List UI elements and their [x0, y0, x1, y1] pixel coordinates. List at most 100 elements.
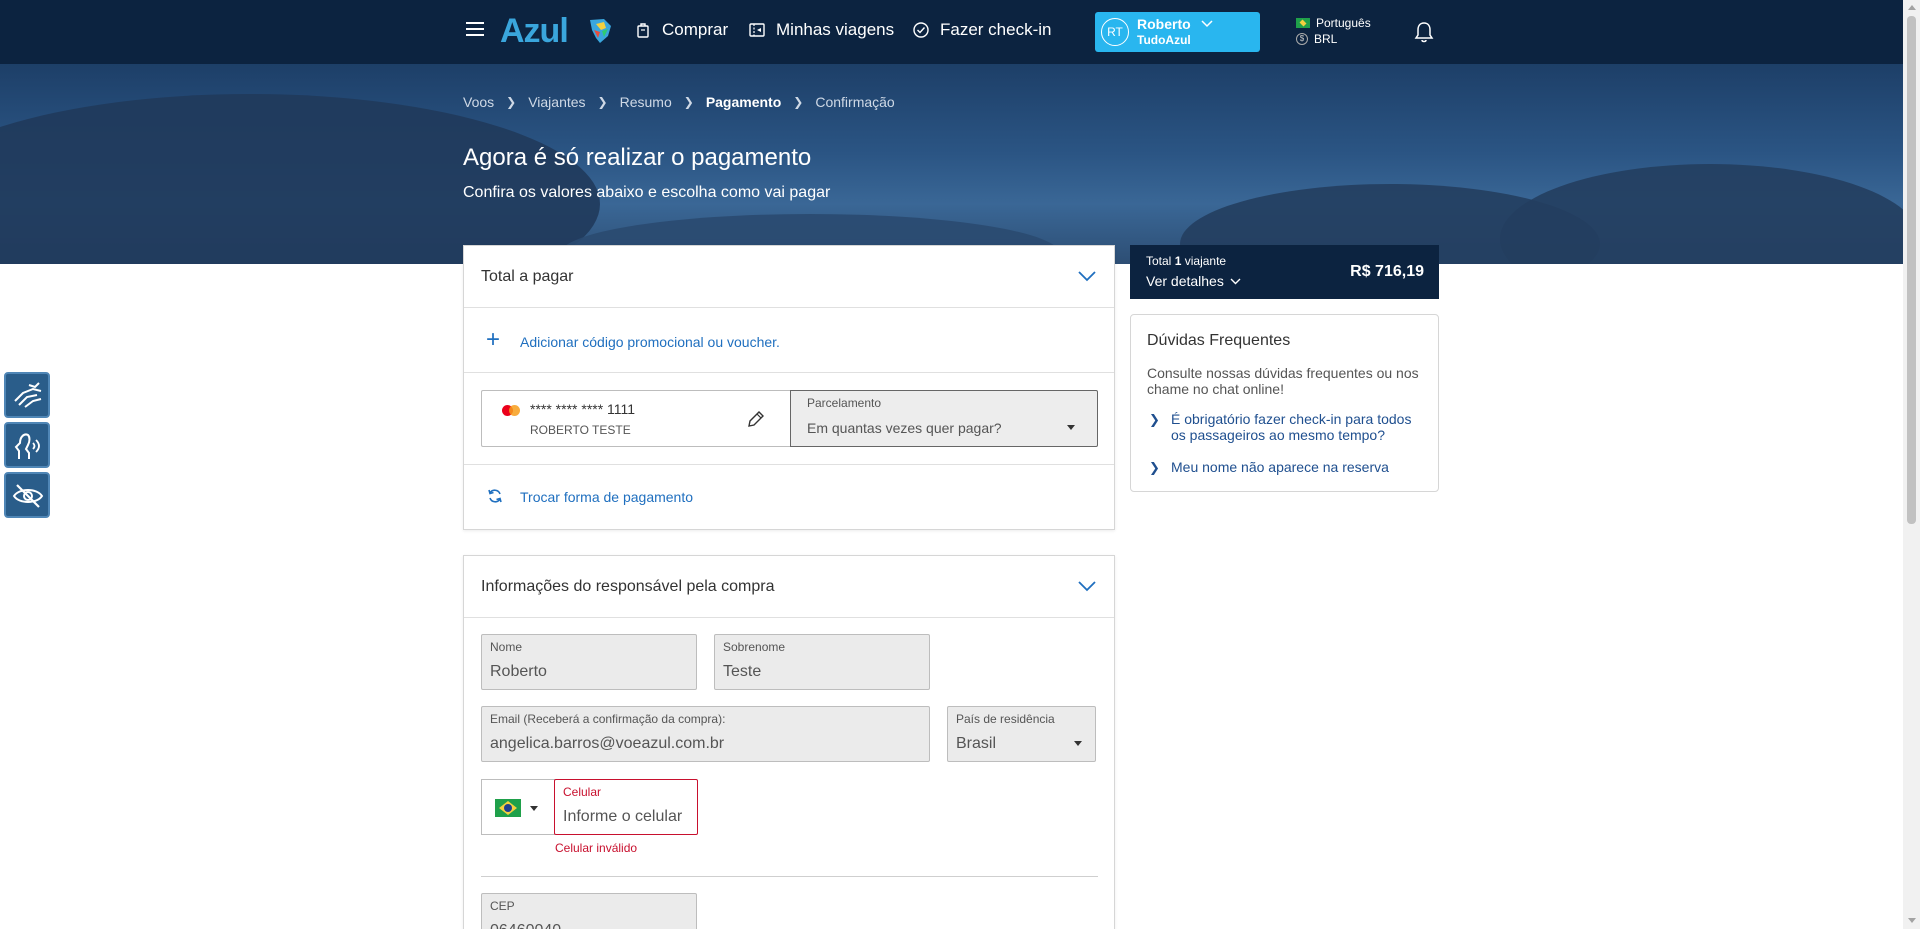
scroll-down-icon[interactable] — [1908, 918, 1916, 923]
card-holder: ROBERTO TESTE — [530, 423, 631, 437]
total-amount: R$ 716,19 — [1350, 263, 1424, 280]
phone-field[interactable]: Celular Informe o celular — [554, 779, 698, 835]
buyer-info-title: Informações do responsável pela compra — [481, 578, 775, 595]
chevron-down-icon — [1078, 581, 1096, 592]
email-value: angelica.barros@voeazul.com.br — [490, 735, 725, 752]
last-name-label: Sobrenome — [723, 640, 786, 654]
cep-field[interactable]: CEP 06460040 — [481, 893, 697, 929]
faq-description: Consulte nossas dúvidas frequentes ou no… — [1147, 365, 1419, 397]
bag-icon — [637, 23, 649, 38]
chevron-right-icon: ❯ — [683, 95, 694, 109]
caret-down-icon — [1067, 425, 1075, 430]
scroll-up-icon[interactable] — [1908, 5, 1916, 10]
chevron-down-icon — [1078, 271, 1096, 282]
page-scrollbar[interactable] — [1903, 0, 1920, 929]
brazil-flag-icon — [1296, 18, 1310, 28]
travelers-total: Total 1 viajante — [1146, 254, 1227, 268]
check-circle-icon — [913, 22, 929, 38]
breadcrumb-resumo[interactable]: Resumo — [620, 94, 672, 110]
first-name-value: Roberto — [490, 663, 547, 680]
breadcrumb: Voos ❯ Viajantes ❯ Resumo ❯ Pagamento ❯ … — [463, 94, 895, 110]
card-number: **** **** **** 1111 — [530, 401, 636, 417]
installments-select[interactable]: Parcelamento Em quantas vezes quer pagar… — [790, 390, 1098, 447]
buyer-info-card: Informações do responsável pela compra N… — [463, 555, 1115, 929]
chevron-right-icon: ❯ — [597, 95, 608, 109]
divider — [481, 876, 1098, 877]
eye-slash-icon — [12, 484, 44, 508]
phone-label: Celular — [563, 785, 602, 799]
cep-label: CEP — [490, 899, 515, 913]
nav-minhas-viagens[interactable]: Minhas viagens — [748, 20, 894, 40]
nav-minhas-viagens-label: Minhas viagens — [776, 20, 895, 39]
email-field[interactable]: Email (Receberá a confirmação da compra)… — [481, 706, 930, 762]
view-details-label: Ver detalhes — [1146, 273, 1224, 289]
buyer-info-header[interactable]: Informações do responsável pela compra — [464, 556, 1114, 618]
faq-title: Dúvidas Frequentes — [1147, 332, 1291, 349]
phone-placeholder: Informe o celular — [563, 808, 683, 825]
faq-item[interactable]: ❯ É obrigatório fazer check-in para todo… — [1147, 411, 1427, 443]
caret-down-icon — [1074, 741, 1082, 746]
menu-icon[interactable] — [466, 22, 484, 38]
language-label: Português — [1316, 16, 1371, 30]
chevron-right-icon: ❯ — [1149, 412, 1160, 427]
brazil-flag-icon — [495, 799, 521, 817]
total-header[interactable]: Total a pagar — [464, 246, 1114, 308]
phone-error: Celular inválido — [555, 841, 638, 855]
first-name-label: Nome — [490, 640, 523, 654]
last-name-field[interactable]: Sobrenome Teste — [714, 634, 930, 690]
chevron-right-icon: ❯ — [1149, 460, 1160, 475]
page-subtitle: Confira os valores abaixo e escolha como… — [463, 184, 831, 201]
email-label: Email (Receberá a confirmação da compra)… — [490, 712, 726, 726]
country-select[interactable]: País de residência Brasil — [947, 706, 1096, 762]
nav-fazer-check-in[interactable]: Fazer check-in — [912, 20, 1051, 40]
total-title: Total a pagar — [481, 268, 574, 285]
audio-description-button[interactable] — [4, 422, 50, 468]
promo-code-link[interactable]: + Adicionar código promocional ou vouche… — [464, 308, 1114, 373]
top-nav: Azul Comprar Minhas viagens Fazer check-… — [0, 0, 1903, 64]
language-currency-selector[interactable]: Português $ BRL — [1296, 15, 1371, 47]
azul-logo[interactable]: Azul — [500, 12, 569, 51]
speaking-head-icon — [14, 433, 40, 459]
faq-item-label: É obrigatório fazer check-in para todos … — [1171, 411, 1412, 443]
visual-accessibility-button[interactable] — [4, 472, 50, 518]
faq-item[interactable]: ❯ Meu nome não aparece na reserva — [1147, 459, 1427, 475]
nav-comprar-label: Comprar — [662, 20, 729, 39]
hero-banner — [0, 64, 1903, 264]
country-label: País de residência — [956, 712, 1055, 726]
ticket-icon — [749, 23, 765, 37]
last-name-value: Teste — [723, 663, 762, 680]
plus-icon: + — [486, 326, 501, 353]
bell-icon[interactable] — [1414, 20, 1434, 44]
user-menu-button[interactable]: RT Roberto TudoAzul — [1095, 12, 1260, 52]
scroll-thumb[interactable] — [1907, 16, 1916, 524]
avatar: RT — [1101, 18, 1129, 46]
switch-payment-label: Trocar forma de pagamento — [520, 489, 694, 505]
breadcrumb-confirmacao: Confirmação — [815, 94, 895, 110]
installments-placeholder: Em quantas vezes quer pagar? — [807, 420, 1002, 436]
first-name-field[interactable]: Nome Roberto — [481, 634, 697, 690]
user-program: TudoAzul — [1137, 33, 1191, 47]
breadcrumb-viajantes[interactable]: Viajantes — [528, 94, 585, 110]
mastercard-icon — [502, 405, 520, 417]
azul-logo-mark-icon — [590, 19, 611, 43]
payment-method-row: **** **** **** 1111 ROBERTO TESTE Parcel… — [464, 373, 1114, 465]
saved-card[interactable]: **** **** **** 1111 ROBERTO TESTE — [481, 390, 791, 447]
sign-language-icon — [14, 382, 42, 408]
view-details-link[interactable]: Ver detalhes — [1146, 273, 1241, 289]
switch-payment-link[interactable]: Trocar forma de pagamento — [464, 465, 1114, 529]
caret-down-icon — [530, 806, 538, 811]
user-name: Roberto — [1137, 16, 1191, 32]
currency-label: BRL — [1314, 32, 1338, 46]
refresh-icon — [488, 489, 502, 503]
sign-language-button[interactable] — [4, 372, 50, 418]
faq-item-label: Meu nome não aparece na reserva — [1171, 459, 1389, 475]
breadcrumb-voos[interactable]: Voos — [463, 94, 494, 110]
promo-code-label: Adicionar código promocional ou voucher. — [520, 334, 780, 350]
nav-comprar[interactable]: Comprar — [634, 20, 728, 40]
edit-pencil-icon[interactable] — [746, 409, 766, 429]
phone-country-select[interactable] — [481, 779, 555, 835]
breadcrumb-pagamento: Pagamento — [705, 94, 782, 110]
payment-card: Total a pagar + Adicionar código promoci… — [463, 245, 1115, 530]
total-summary: Total 1 viajante Ver detalhes R$ 716,19 — [1130, 245, 1439, 299]
cep-value: 06460040 — [490, 922, 561, 929]
